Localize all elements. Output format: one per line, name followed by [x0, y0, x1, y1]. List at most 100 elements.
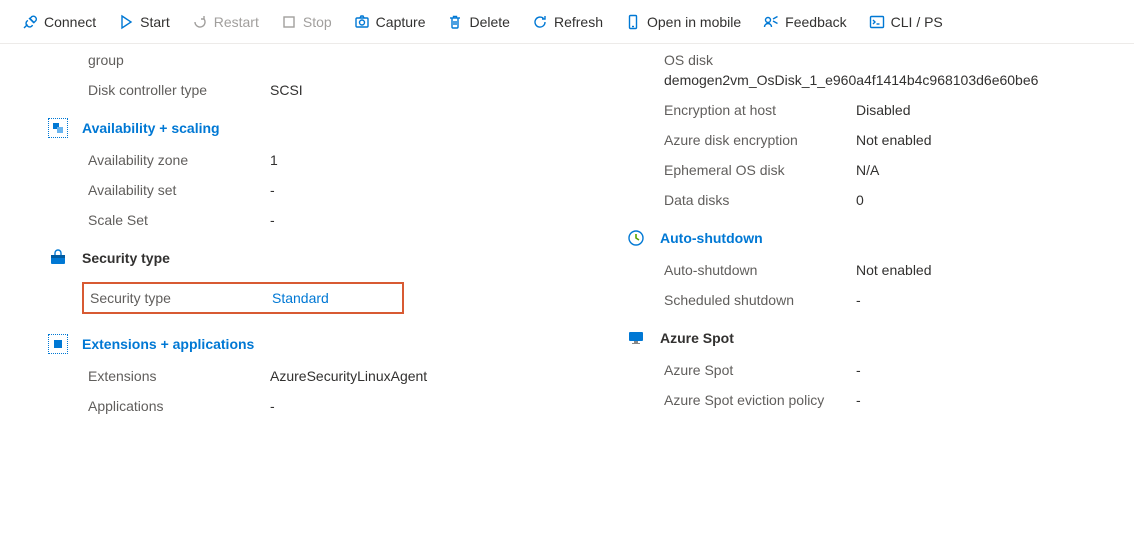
capture-button[interactable]: Capture	[346, 10, 434, 34]
azure-spot-row: Azure Spot -	[664, 362, 1094, 378]
cli-ps-button[interactable]: CLI / PS	[861, 10, 951, 34]
encryption-host-label: Encryption at host	[664, 102, 856, 118]
azure-spot-eviction-row: Azure Spot eviction policy -	[664, 392, 1094, 408]
ephemeral-disk-value: N/A	[856, 162, 1094, 178]
open-mobile-label: Open in mobile	[647, 14, 741, 30]
availability-set-row: Availability set -	[88, 182, 564, 198]
azure-disk-enc-value: Not enabled	[856, 132, 1094, 148]
availability-zone-value: 1	[270, 152, 564, 168]
ephemeral-disk-label: Ephemeral OS disk	[664, 162, 856, 178]
data-disks-label: Data disks	[664, 192, 856, 208]
availability-title: Availability + scaling	[82, 120, 220, 136]
scheduled-shutdown-row: Scheduled shutdown -	[664, 292, 1094, 308]
feedback-button[interactable]: Feedback	[755, 10, 854, 34]
group-row: group	[88, 52, 564, 68]
applications-value: -	[270, 398, 564, 414]
availability-zone-row: Availability zone 1	[88, 152, 564, 168]
group-label: group	[88, 52, 270, 68]
restart-label: Restart	[214, 14, 259, 30]
cli-icon	[869, 14, 885, 30]
security-type-highlight: Security type Standard	[82, 282, 404, 314]
azure-spot-eviction-value: -	[856, 392, 1094, 408]
auto-shutdown-title: Auto-shutdown	[660, 230, 763, 246]
open-mobile-button[interactable]: Open in mobile	[617, 10, 749, 34]
start-icon	[118, 14, 134, 30]
stop-label: Stop	[303, 14, 332, 30]
capture-icon	[354, 14, 370, 30]
auto-shutdown-label: Auto-shutdown	[664, 262, 856, 278]
refresh-icon	[532, 14, 548, 30]
data-disks-value: 0	[856, 192, 1094, 208]
applications-row: Applications -	[88, 398, 564, 414]
security-type-value[interactable]: Standard	[272, 290, 402, 306]
extensions-value: AzureSecurityLinuxAgent	[270, 368, 564, 384]
security-type-label: Security type	[90, 290, 272, 306]
cli-ps-label: CLI / PS	[891, 14, 943, 30]
os-disk-row: OS disk	[664, 52, 1094, 68]
disk-controller-label: Disk controller type	[88, 82, 270, 98]
scale-set-value: -	[270, 212, 564, 228]
extensions-icon	[48, 334, 68, 354]
security-type-icon	[48, 248, 68, 268]
stop-icon	[281, 14, 297, 30]
os-disk-value-row: demogen2vm_OsDisk_1_e960a4f1414b4c968103…	[664, 72, 1094, 88]
auto-shutdown-value: Not enabled	[856, 262, 1094, 278]
scheduled-shutdown-value: -	[856, 292, 1094, 308]
restart-button: Restart	[184, 10, 267, 34]
stop-button: Stop	[273, 10, 340, 34]
connect-label: Connect	[44, 14, 96, 30]
encryption-host-value: Disabled	[856, 102, 1094, 118]
os-disk-label: OS disk	[664, 52, 856, 68]
security-type-row: Security type Standard	[90, 290, 402, 306]
extensions-title: Extensions + applications	[82, 336, 254, 352]
refresh-label: Refresh	[554, 14, 603, 30]
delete-label: Delete	[469, 14, 509, 30]
availability-section-header[interactable]: Availability + scaling	[48, 118, 564, 138]
azure-spot-title: Azure Spot	[660, 330, 734, 346]
feedback-label: Feedback	[785, 14, 846, 30]
left-column: group Disk controller type SCSI Availabi…	[34, 52, 564, 428]
azure-disk-enc-label: Azure disk encryption	[664, 132, 856, 148]
disk-controller-row: Disk controller type SCSI	[88, 82, 564, 98]
connect-button[interactable]: Connect	[14, 10, 104, 34]
os-disk-value-text: demogen2vm_OsDisk_1_e960a4f1414b4c968103…	[664, 72, 1094, 88]
ephemeral-disk-row: Ephemeral OS disk N/A	[664, 162, 1094, 178]
properties-pane: group Disk controller type SCSI Availabi…	[0, 44, 1134, 428]
mobile-icon	[625, 14, 641, 30]
disk-controller-value: SCSI	[270, 82, 564, 98]
scale-set-label: Scale Set	[88, 212, 270, 228]
applications-label: Applications	[88, 398, 270, 414]
security-type-section-header: Security type	[48, 248, 564, 268]
delete-button[interactable]: Delete	[439, 10, 517, 34]
availability-icon	[48, 118, 68, 138]
encryption-host-row: Encryption at host Disabled	[664, 102, 1094, 118]
azure-spot-label: Azure Spot	[664, 362, 856, 378]
availability-zone-label: Availability zone	[88, 152, 270, 168]
availability-set-label: Availability set	[88, 182, 270, 198]
right-column: OS disk demogen2vm_OsDisk_1_e960a4f1414b…	[624, 52, 1094, 428]
extensions-row: Extensions AzureSecurityLinuxAgent	[88, 368, 564, 384]
refresh-button[interactable]: Refresh	[524, 10, 611, 34]
data-disks-row: Data disks 0	[664, 192, 1094, 208]
restart-icon	[192, 14, 208, 30]
monitor-icon	[626, 328, 646, 348]
command-bar: Connect Start Restart Stop Capture Delet…	[0, 0, 1134, 44]
extensions-section-header[interactable]: Extensions + applications	[48, 334, 564, 354]
connect-icon	[22, 14, 38, 30]
start-button[interactable]: Start	[110, 10, 178, 34]
auto-shutdown-section-header[interactable]: Auto-shutdown	[626, 228, 1094, 248]
clock-icon	[626, 228, 646, 248]
azure-spot-section-header: Azure Spot	[626, 328, 1094, 348]
security-type-title: Security type	[82, 250, 170, 266]
auto-shutdown-row: Auto-shutdown Not enabled	[664, 262, 1094, 278]
extensions-label: Extensions	[88, 368, 270, 384]
azure-spot-eviction-label: Azure Spot eviction policy	[664, 392, 856, 408]
scale-set-row: Scale Set -	[88, 212, 564, 228]
delete-icon	[447, 14, 463, 30]
azure-spot-value: -	[856, 362, 1094, 378]
feedback-icon	[763, 14, 779, 30]
start-label: Start	[140, 14, 170, 30]
availability-set-value: -	[270, 182, 564, 198]
azure-disk-enc-row: Azure disk encryption Not enabled	[664, 132, 1094, 148]
capture-label: Capture	[376, 14, 426, 30]
